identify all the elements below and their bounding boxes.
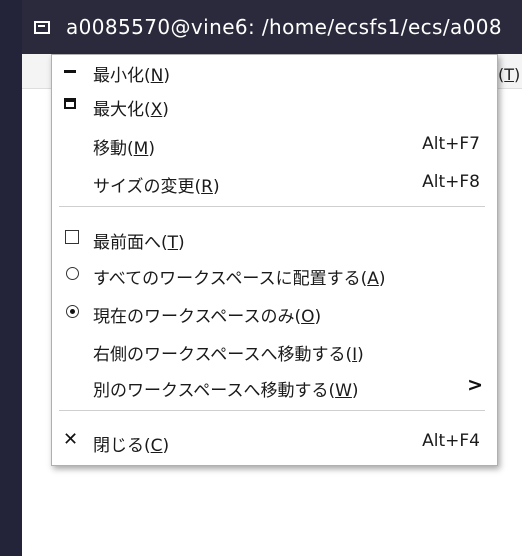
window-menu-icon[interactable] bbox=[34, 21, 50, 34]
terminal-window: a0085570@vine6: /home/ecsfs1/ecs/a008 ミ(… bbox=[22, 0, 522, 556]
window-menu-popup: 最小化(N) 最大化(X) 移動(M) Alt+F7 サイズの変更(R) Alt… bbox=[51, 54, 498, 466]
accelerator: Alt+F8 bbox=[422, 172, 480, 192]
accelerator: Alt+F4 bbox=[422, 431, 480, 451]
menu-item-move[interactable]: 移動(M) Alt+F7 bbox=[52, 129, 497, 161]
menu-item-all-workspaces[interactable]: すべてのワークスペースに配置する(A) bbox=[52, 259, 497, 291]
menu-item-close[interactable]: ✕ 閉じる(C) Alt+F4 bbox=[52, 426, 497, 458]
menu-item-move-other-workspace[interactable]: 別のワークスペースへ移動する(W) > bbox=[52, 371, 497, 403]
menu-item-maximize[interactable]: 最大化(X) bbox=[52, 90, 497, 122]
close-icon: ✕ bbox=[63, 429, 79, 450]
accelerator: Alt+F7 bbox=[422, 134, 480, 154]
checkbox-icon[interactable] bbox=[65, 230, 79, 244]
menu-item-always-on-top[interactable]: 最前面へ(T) bbox=[52, 223, 497, 255]
menu-item-move-right-workspace[interactable]: 右側のワークスペースへ移動する(I) bbox=[52, 335, 497, 367]
menu-item-resize[interactable]: サイズの変更(R) Alt+F8 bbox=[52, 167, 497, 199]
window-title: a0085570@vine6: /home/ecsfs1/ecs/a008 bbox=[66, 15, 503, 39]
menu-separator bbox=[59, 410, 485, 411]
menu-separator bbox=[59, 206, 485, 207]
title-bar[interactable]: a0085570@vine6: /home/ecsfs1/ecs/a008 bbox=[22, 0, 522, 54]
radio-selected-icon[interactable] bbox=[66, 305, 79, 318]
menu-item-this-workspace[interactable]: 現在のワークスペースのみ(O) bbox=[52, 297, 497, 329]
radio-icon[interactable] bbox=[66, 267, 79, 280]
maximize-icon bbox=[64, 98, 76, 109]
minimize-icon bbox=[64, 70, 76, 73]
chevron-right-icon: > bbox=[467, 374, 483, 396]
menu-item-minimize[interactable]: 最小化(N) bbox=[52, 56, 497, 88]
